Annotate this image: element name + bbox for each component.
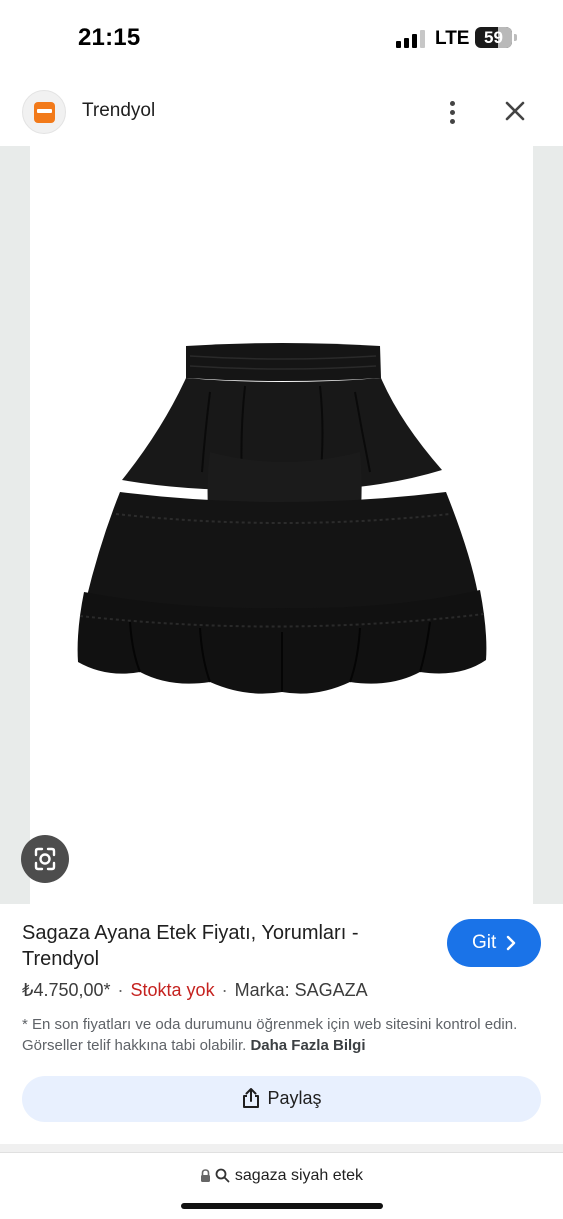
product-meta: ₺4.750,00* · Stokta yok · Marka: SAGAZA	[22, 980, 368, 1000]
network-type: LTE	[435, 28, 470, 49]
product-brand: Marka: SAGAZA	[234, 980, 368, 1000]
site-name[interactable]: Trendyol	[82, 100, 155, 122]
battery-level: 59	[484, 28, 503, 47]
signal-icon	[396, 30, 426, 48]
lock-icon	[201, 1168, 210, 1182]
sheet-header: Trendyol	[0, 76, 563, 146]
share-button[interactable]: Paylaş	[22, 1076, 541, 1122]
close-icon[interactable]	[500, 96, 530, 126]
more-info-link[interactable]: Daha Fazla Bilgi	[250, 1037, 365, 1054]
chevron-right-icon	[506, 935, 516, 951]
battery-icon: 59	[475, 27, 512, 48]
search-query: sagaza siyah etek	[234, 1167, 363, 1184]
status-bar: 21:15 LTE 59	[0, 0, 563, 76]
more-vert-icon[interactable]	[440, 96, 464, 128]
home-indicator[interactable]	[181, 1203, 383, 1209]
url-display[interactable]: sagaza siyah etek	[0, 1167, 563, 1185]
product-title[interactable]: Sagaza Ayana Etek Fiyatı, Yorumları - Tr…	[22, 920, 422, 972]
disclaimer: * En son fiyatları ve oda durumunu öğren…	[22, 1014, 527, 1056]
product-image[interactable]	[70, 342, 494, 702]
product-price: ₺4.750,00*	[22, 980, 111, 1000]
go-button-label: Git	[472, 932, 497, 953]
image-preview	[0, 146, 563, 904]
search-icon	[216, 1168, 230, 1183]
trendyol-logo-icon	[22, 90, 66, 134]
share-label: Paylaş	[267, 1087, 322, 1108]
product-info-panel: Sagaza Ayana Etek Fiyatı, Yorumları - Tr…	[0, 904, 563, 1144]
google-lens-icon[interactable]	[21, 835, 69, 883]
stock-status: Stokta yok	[130, 980, 215, 1000]
status-time: 21:15	[78, 24, 141, 51]
go-button[interactable]: Git	[447, 919, 541, 967]
share-icon	[243, 1088, 260, 1108]
divider	[0, 1144, 563, 1152]
address-bar[interactable]: sagaza siyah etek	[0, 1152, 563, 1219]
